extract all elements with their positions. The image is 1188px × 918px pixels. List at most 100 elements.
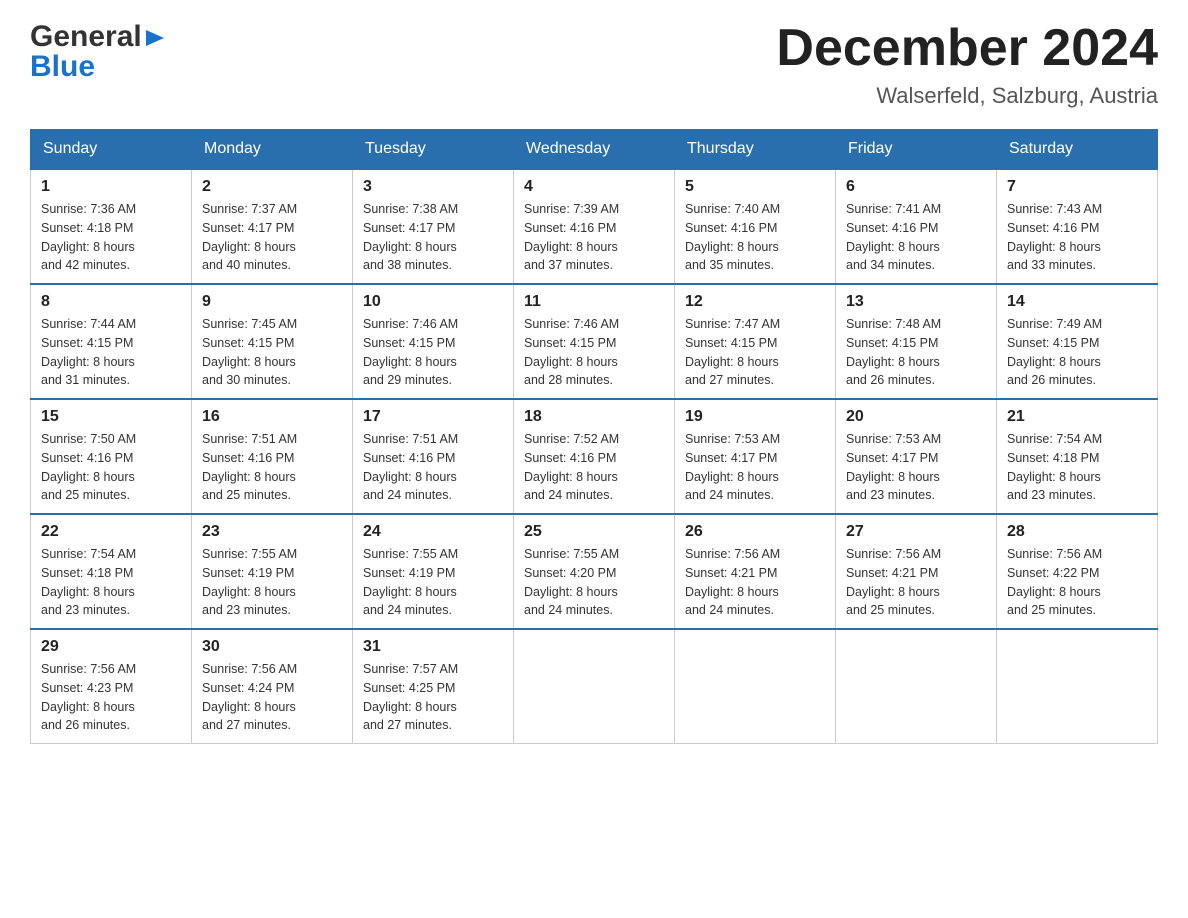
table-row: 1 Sunrise: 7:36 AM Sunset: 4:18 PM Dayli… [31,169,192,284]
col-wednesday: Wednesday [514,130,675,170]
table-row: 7 Sunrise: 7:43 AM Sunset: 4:16 PM Dayli… [997,169,1158,284]
day-info: Sunrise: 7:53 AM Sunset: 4:17 PM Dayligh… [846,430,986,505]
table-row: 9 Sunrise: 7:45 AM Sunset: 4:15 PM Dayli… [192,284,353,399]
table-row: 27 Sunrise: 7:56 AM Sunset: 4:21 PM Dayl… [836,514,997,629]
day-info: Sunrise: 7:56 AM Sunset: 4:23 PM Dayligh… [41,660,181,735]
month-title: December 2024 [776,20,1158,77]
day-info: Sunrise: 7:56 AM Sunset: 4:22 PM Dayligh… [1007,545,1147,620]
table-row: 10 Sunrise: 7:46 AM Sunset: 4:15 PM Dayl… [353,284,514,399]
day-number: 2 [202,178,342,196]
day-info: Sunrise: 7:55 AM Sunset: 4:19 PM Dayligh… [202,545,342,620]
table-row: 26 Sunrise: 7:56 AM Sunset: 4:21 PM Dayl… [675,514,836,629]
day-info: Sunrise: 7:55 AM Sunset: 4:19 PM Dayligh… [363,545,503,620]
col-saturday: Saturday [997,130,1158,170]
day-number: 30 [202,638,342,656]
day-info: Sunrise: 7:41 AM Sunset: 4:16 PM Dayligh… [846,200,986,275]
col-thursday: Thursday [675,130,836,170]
day-info: Sunrise: 7:49 AM Sunset: 4:15 PM Dayligh… [1007,315,1147,390]
table-row: 8 Sunrise: 7:44 AM Sunset: 4:15 PM Dayli… [31,284,192,399]
day-number: 29 [41,638,181,656]
day-number: 7 [1007,178,1147,196]
col-sunday: Sunday [31,130,192,170]
day-number: 27 [846,523,986,541]
day-info: Sunrise: 7:48 AM Sunset: 4:15 PM Dayligh… [846,315,986,390]
table-row [836,629,997,744]
table-row [675,629,836,744]
day-number: 15 [41,408,181,426]
day-number: 5 [685,178,825,196]
day-number: 4 [524,178,664,196]
day-info: Sunrise: 7:46 AM Sunset: 4:15 PM Dayligh… [524,315,664,390]
table-row: 13 Sunrise: 7:48 AM Sunset: 4:15 PM Dayl… [836,284,997,399]
calendar-week-row: 1 Sunrise: 7:36 AM Sunset: 4:18 PM Dayli… [31,169,1158,284]
table-row: 31 Sunrise: 7:57 AM Sunset: 4:25 PM Dayl… [353,629,514,744]
day-number: 3 [363,178,503,196]
day-number: 21 [1007,408,1147,426]
location-title: Walserfeld, Salzburg, Austria [776,83,1158,109]
logo-arrow-icon [144,26,166,48]
day-info: Sunrise: 7:36 AM Sunset: 4:18 PM Dayligh… [41,200,181,275]
table-row: 3 Sunrise: 7:38 AM Sunset: 4:17 PM Dayli… [353,169,514,284]
calendar-week-row: 29 Sunrise: 7:56 AM Sunset: 4:23 PM Dayl… [31,629,1158,744]
table-row: 30 Sunrise: 7:56 AM Sunset: 4:24 PM Dayl… [192,629,353,744]
day-number: 9 [202,293,342,311]
day-number: 20 [846,408,986,426]
day-info: Sunrise: 7:55 AM Sunset: 4:20 PM Dayligh… [524,545,664,620]
day-info: Sunrise: 7:38 AM Sunset: 4:17 PM Dayligh… [363,200,503,275]
day-number: 22 [41,523,181,541]
calendar-week-row: 8 Sunrise: 7:44 AM Sunset: 4:15 PM Dayli… [31,284,1158,399]
table-row [514,629,675,744]
table-row: 25 Sunrise: 7:55 AM Sunset: 4:20 PM Dayl… [514,514,675,629]
day-number: 11 [524,293,664,311]
table-row: 5 Sunrise: 7:40 AM Sunset: 4:16 PM Dayli… [675,169,836,284]
day-number: 12 [685,293,825,311]
day-info: Sunrise: 7:47 AM Sunset: 4:15 PM Dayligh… [685,315,825,390]
table-row: 20 Sunrise: 7:53 AM Sunset: 4:17 PM Dayl… [836,399,997,514]
day-info: Sunrise: 7:46 AM Sunset: 4:15 PM Dayligh… [363,315,503,390]
table-row: 24 Sunrise: 7:55 AM Sunset: 4:19 PM Dayl… [353,514,514,629]
day-info: Sunrise: 7:53 AM Sunset: 4:17 PM Dayligh… [685,430,825,505]
page-header: General Blue December 2024 Walserfeld, S… [30,20,1158,109]
day-info: Sunrise: 7:56 AM Sunset: 4:21 PM Dayligh… [846,545,986,620]
day-info: Sunrise: 7:37 AM Sunset: 4:17 PM Dayligh… [202,200,342,275]
logo-blue-text: Blue [30,50,95,84]
col-monday: Monday [192,130,353,170]
table-row: 6 Sunrise: 7:41 AM Sunset: 4:16 PM Dayli… [836,169,997,284]
table-row: 22 Sunrise: 7:54 AM Sunset: 4:18 PM Dayl… [31,514,192,629]
day-number: 8 [41,293,181,311]
table-row: 17 Sunrise: 7:51 AM Sunset: 4:16 PM Dayl… [353,399,514,514]
table-row: 18 Sunrise: 7:52 AM Sunset: 4:16 PM Dayl… [514,399,675,514]
day-number: 23 [202,523,342,541]
calendar-week-row: 22 Sunrise: 7:54 AM Sunset: 4:18 PM Dayl… [31,514,1158,629]
title-section: December 2024 Walserfeld, Salzburg, Aust… [776,20,1158,109]
day-info: Sunrise: 7:43 AM Sunset: 4:16 PM Dayligh… [1007,200,1147,275]
table-row: 2 Sunrise: 7:37 AM Sunset: 4:17 PM Dayli… [192,169,353,284]
day-info: Sunrise: 7:50 AM Sunset: 4:16 PM Dayligh… [41,430,181,505]
table-row: 12 Sunrise: 7:47 AM Sunset: 4:15 PM Dayl… [675,284,836,399]
day-number: 16 [202,408,342,426]
day-info: Sunrise: 7:57 AM Sunset: 4:25 PM Dayligh… [363,660,503,735]
logo: General Blue [30,20,166,84]
col-tuesday: Tuesday [353,130,514,170]
table-row: 11 Sunrise: 7:46 AM Sunset: 4:15 PM Dayl… [514,284,675,399]
day-number: 6 [846,178,986,196]
day-info: Sunrise: 7:39 AM Sunset: 4:16 PM Dayligh… [524,200,664,275]
calendar-header-row: Sunday Monday Tuesday Wednesday Thursday… [31,130,1158,170]
day-number: 1 [41,178,181,196]
day-number: 28 [1007,523,1147,541]
day-number: 31 [363,638,503,656]
table-row: 28 Sunrise: 7:56 AM Sunset: 4:22 PM Dayl… [997,514,1158,629]
logo-general-text: General [30,20,142,54]
day-number: 17 [363,408,503,426]
table-row: 14 Sunrise: 7:49 AM Sunset: 4:15 PM Dayl… [997,284,1158,399]
day-info: Sunrise: 7:52 AM Sunset: 4:16 PM Dayligh… [524,430,664,505]
day-number: 18 [524,408,664,426]
day-number: 10 [363,293,503,311]
table-row: 23 Sunrise: 7:55 AM Sunset: 4:19 PM Dayl… [192,514,353,629]
day-number: 19 [685,408,825,426]
calendar-table: Sunday Monday Tuesday Wednesday Thursday… [30,129,1158,744]
table-row: 16 Sunrise: 7:51 AM Sunset: 4:16 PM Dayl… [192,399,353,514]
day-info: Sunrise: 7:56 AM Sunset: 4:21 PM Dayligh… [685,545,825,620]
table-row: 29 Sunrise: 7:56 AM Sunset: 4:23 PM Dayl… [31,629,192,744]
day-info: Sunrise: 7:45 AM Sunset: 4:15 PM Dayligh… [202,315,342,390]
